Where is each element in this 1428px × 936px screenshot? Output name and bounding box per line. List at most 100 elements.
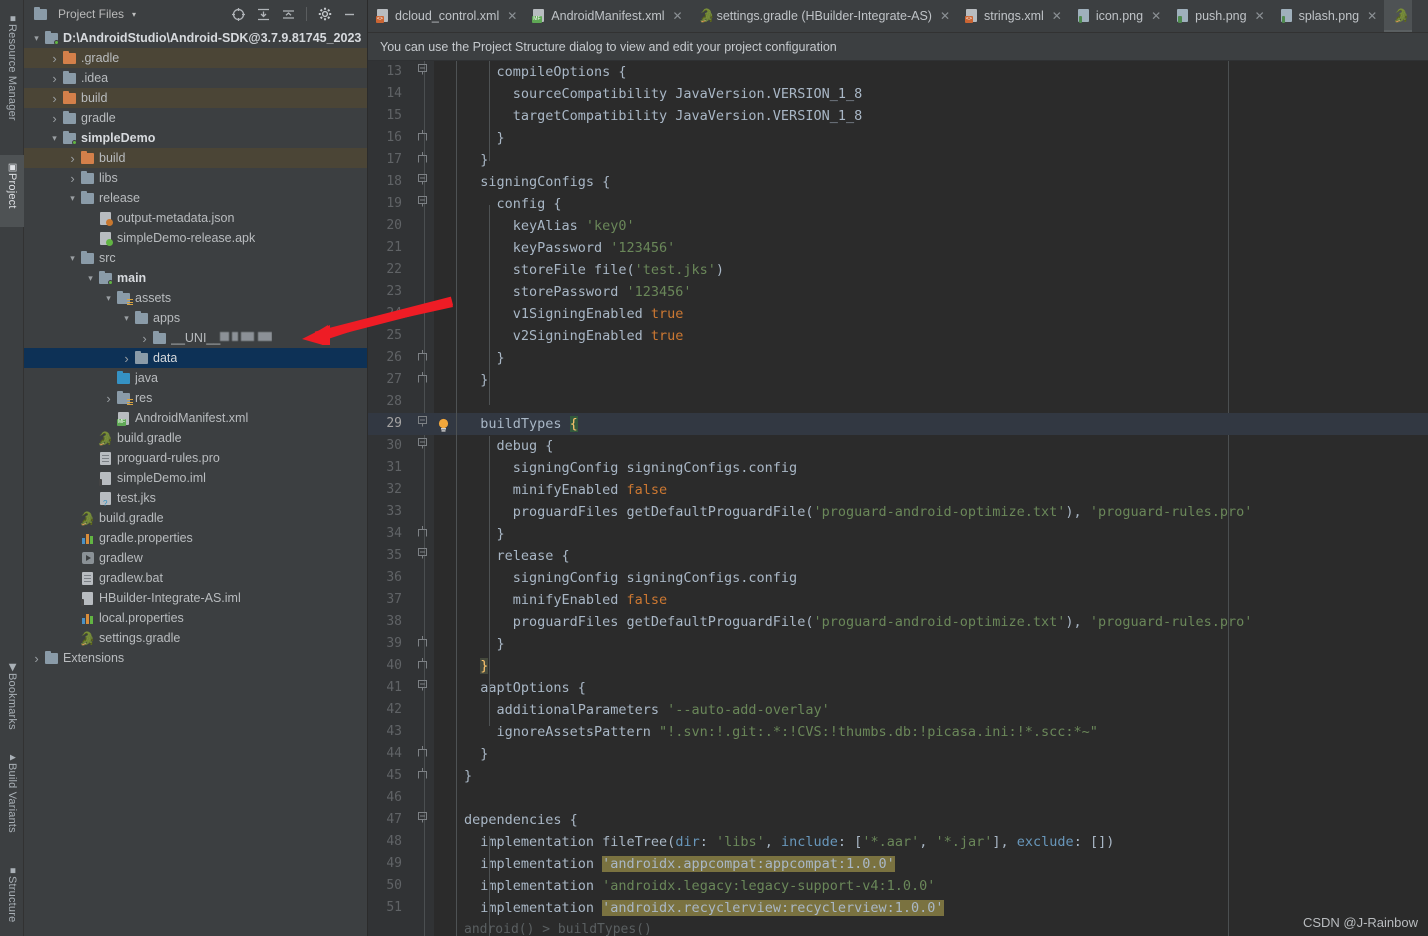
project-tree[interactable]: D:\AndroidStudio\Android-SDK@3.7.9.81745… — [24, 28, 367, 936]
tree-row[interactable]: simpleDemo.iml — [24, 468, 367, 488]
fold-end-icon[interactable] — [416, 655, 428, 677]
fold-end-icon[interactable] — [416, 523, 428, 545]
tree-row[interactable]: .idea — [24, 68, 367, 88]
editor-tab[interactable]: icon.png ✕ — [1069, 0, 1169, 32]
chevron-down-icon[interactable]: ▾ — [132, 10, 136, 19]
tree-row[interactable]: simpleDemo-release.apk — [24, 228, 367, 248]
editor-tab[interactable]: push.png ✕ — [1168, 0, 1272, 32]
tree-row[interactable]: gradlew.bat — [24, 568, 367, 588]
chevron-down-icon[interactable] — [48, 134, 61, 143]
close-icon[interactable]: ✕ — [1052, 9, 1062, 23]
fold-end-icon[interactable] — [416, 127, 428, 149]
fold-end-icon[interactable] — [416, 149, 428, 171]
code-line[interactable]: 46 — [368, 787, 1428, 809]
fold-expand-icon[interactable] — [416, 809, 428, 831]
chevron-right-icon[interactable] — [48, 112, 61, 125]
code-line[interactable]: 19 config { — [368, 193, 1428, 215]
editor-tab[interactable]: MF AndroidManifest.xml ✕ — [524, 0, 690, 32]
tree-row[interactable]: assets — [24, 288, 367, 308]
tree-row[interactable]: gradlew — [24, 548, 367, 568]
chevron-right-icon[interactable] — [48, 72, 61, 85]
close-icon[interactable]: ✕ — [1255, 9, 1265, 23]
tree-row[interactable]: build — [24, 148, 367, 168]
close-icon[interactable]: ✕ — [507, 9, 517, 23]
fold-end-icon[interactable] — [416, 743, 428, 765]
editor-tab[interactable]: 🐊 — [1384, 0, 1414, 32]
tree-row[interactable]: apps — [24, 308, 367, 328]
tool-window-bookmarks[interactable]: ▶ Bookmarks — [0, 655, 24, 735]
chevron-right-icon[interactable] — [48, 52, 61, 65]
minimize-icon[interactable] — [342, 7, 357, 22]
close-icon[interactable]: ✕ — [673, 9, 683, 23]
tree-row[interactable]: MF AndroidManifest.xml — [24, 408, 367, 428]
editor-tab[interactable]: <> dcloud_control.xml ✕ — [368, 0, 525, 32]
tree-row[interactable]: gradle — [24, 108, 367, 128]
code-line[interactable]: 23 storePassword '123456' — [368, 281, 1428, 303]
editor-tab[interactable]: splash.png ✕ — [1272, 0, 1385, 32]
code-line[interactable]: 28 — [368, 391, 1428, 413]
code-line[interactable]: 18 signingConfigs { — [368, 171, 1428, 193]
tool-window-project[interactable]: ▣ Project — [0, 155, 24, 227]
editor-tab[interactable]: <> strings.xml ✕ — [957, 0, 1069, 32]
code-line[interactable]: 39} — [368, 633, 1428, 655]
code-line[interactable]: 24 v1SigningEnabled true — [368, 303, 1428, 325]
tree-row[interactable]: java — [24, 368, 367, 388]
fold-expand-icon[interactable] — [416, 171, 428, 193]
code-line[interactable]: 42 additionalParameters '--auto-add-overl… — [368, 699, 1428, 721]
locate-in-tree-icon[interactable] — [231, 7, 246, 22]
code-line[interactable]: 26} — [368, 347, 1428, 369]
gear-icon[interactable] — [317, 7, 332, 22]
code-line[interactable]: 16} — [368, 127, 1428, 149]
tree-row[interactable]: build — [24, 88, 367, 108]
code-line[interactable]: 36 signingConfig signingConfigs.config — [368, 567, 1428, 589]
chevron-down-icon[interactable] — [66, 254, 79, 263]
code-line[interactable]: 34} — [368, 523, 1428, 545]
tree-row[interactable]: main — [24, 268, 367, 288]
tree-row[interactable]: proguard-rules.pro — [24, 448, 367, 468]
code-line[interactable]: 49 implementation 'androidx.appcompat:app… — [368, 853, 1428, 875]
code-line[interactable]: 50 implementation 'androidx.legacy:legacy… — [368, 875, 1428, 897]
code-line[interactable]: 43 ignoreAssetsPattern "!.svn:!.git:.*:!C… — [368, 721, 1428, 743]
fold-expand-icon[interactable] — [416, 193, 428, 215]
code-line[interactable]: 27} — [368, 369, 1428, 391]
code-line[interactable]: 29 buildTypes { — [368, 413, 1428, 435]
tree-row[interactable]: src — [24, 248, 367, 268]
code-line[interactable]: 44} — [368, 743, 1428, 765]
breadcrumb[interactable]: android() > buildTypes() — [464, 922, 652, 936]
collapse-all-icon[interactable] — [281, 7, 296, 22]
code-line[interactable]: 47 dependencies { — [368, 809, 1428, 831]
tree-row[interactable]: output-metadata.json — [24, 208, 367, 228]
tree-row[interactable]: 🐊 settings.gradle — [24, 628, 367, 648]
chevron-right-icon[interactable] — [102, 392, 115, 405]
fold-expand-icon[interactable] — [416, 61, 428, 83]
code-line[interactable]: 17} — [368, 149, 1428, 171]
code-line[interactable]: 48 implementation fileTree(dir: 'libs', i… — [368, 831, 1428, 853]
chevron-right-icon[interactable] — [120, 352, 133, 365]
chevron-down-icon[interactable] — [30, 34, 43, 43]
chevron-right-icon[interactable] — [138, 332, 151, 345]
tree-row[interactable]: release — [24, 188, 367, 208]
code-line[interactable]: 51 implementation 'androidx.recyclerview:… — [368, 897, 1428, 919]
fold-end-icon[interactable] — [416, 765, 428, 787]
chevron-down-icon[interactable] — [120, 314, 133, 323]
code-line[interactable]: 15 targetCompatibility JavaVersion.VERSIO… — [368, 105, 1428, 127]
chevron-right-icon[interactable] — [66, 172, 79, 185]
editor-tab-bar[interactable]: <> dcloud_control.xml ✕ MF AndroidManifest.x… — [368, 0, 1428, 33]
editor-tab[interactable]: 🐊 settings.gradle (HBuilder-Integrate-AS)… — [690, 0, 958, 32]
code-line[interactable]: 32 minifyEnabled false — [368, 479, 1428, 501]
close-icon[interactable]: ✕ — [1151, 9, 1161, 23]
code-line[interactable]: 30 debug { — [368, 435, 1428, 457]
fold-end-icon[interactable] — [416, 633, 428, 655]
code-lines[interactable]: 13 compileOptions {14 sourceCompatibility … — [368, 61, 1428, 919]
tree-row[interactable]: gradle.properties — [24, 528, 367, 548]
code-line[interactable]: 13 compileOptions { — [368, 61, 1428, 83]
code-line[interactable]: 38 proguardFiles getDefaultProguardFile('… — [368, 611, 1428, 633]
code-line[interactable]: 25 v2SigningEnabled true — [368, 325, 1428, 347]
code-line[interactable]: 20 keyAlias 'key0' — [368, 215, 1428, 237]
code-line[interactable]: 45} — [368, 765, 1428, 787]
tree-row[interactable]: __UNI__xxxxxxxx — [24, 328, 367, 348]
fold-end-icon[interactable] — [416, 347, 428, 369]
tool-window-build-variants[interactable]: ▲ Build Variants — [0, 745, 24, 845]
tree-row[interactable]: libs — [24, 168, 367, 188]
chevron-down-icon[interactable] — [84, 274, 97, 283]
